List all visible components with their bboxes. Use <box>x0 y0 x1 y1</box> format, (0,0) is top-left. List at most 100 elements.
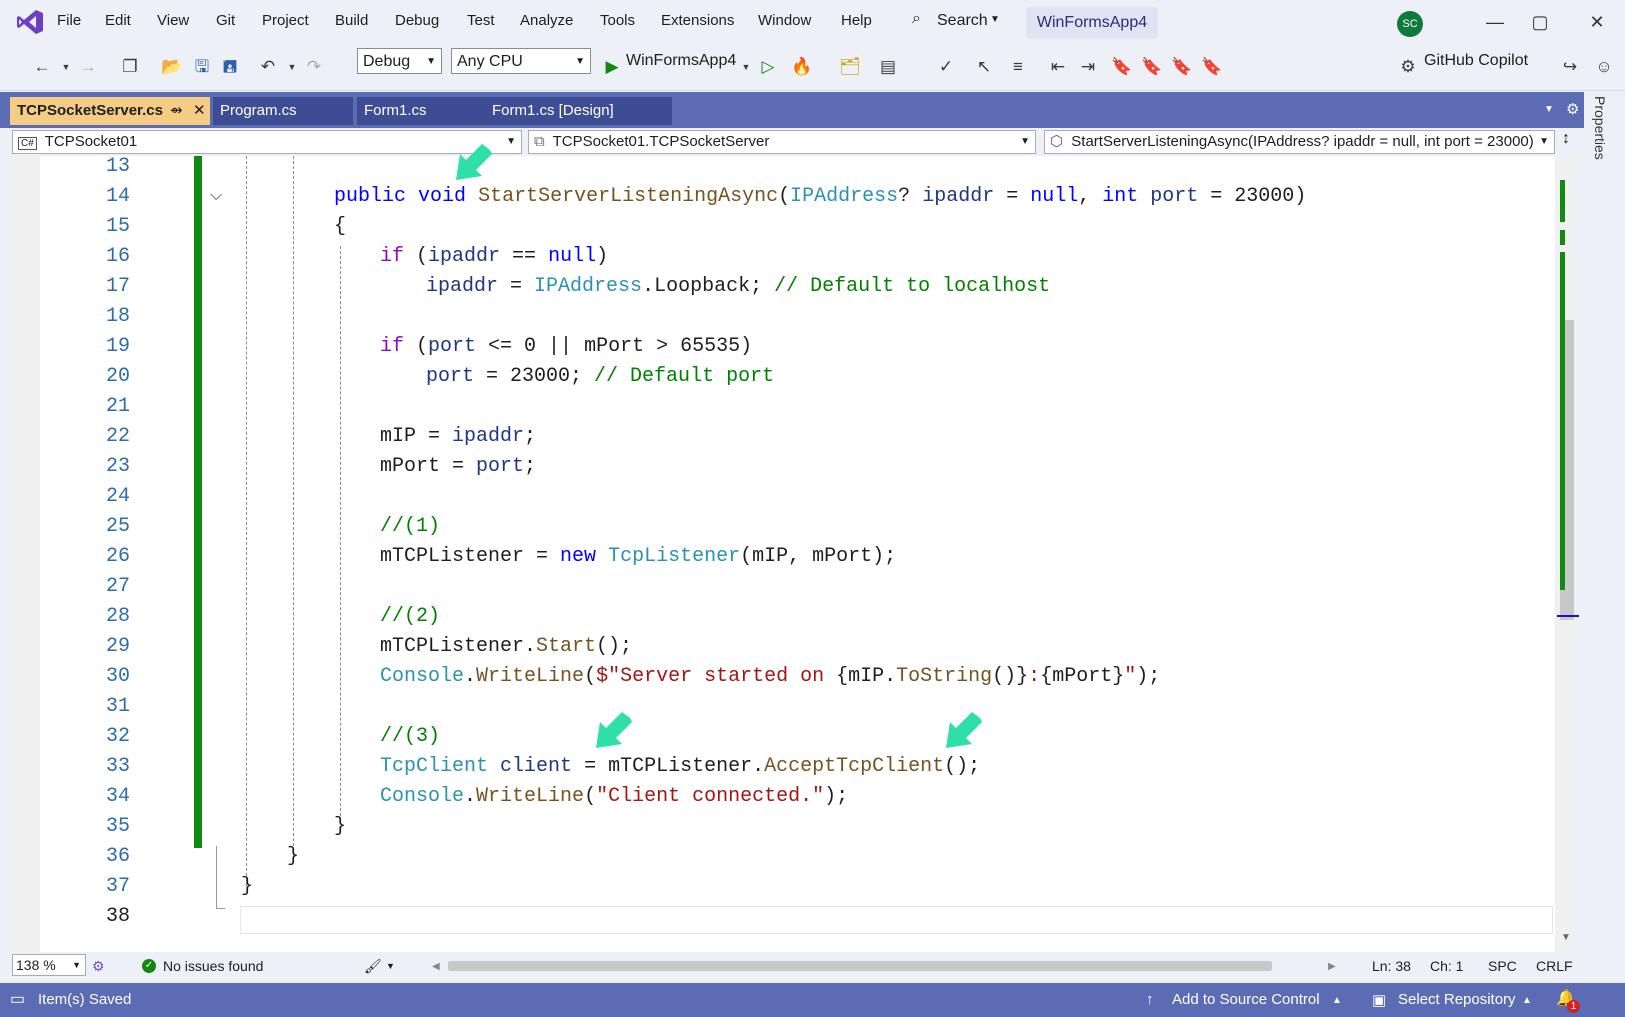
select-pointer-icon[interactable]: ↖ <box>972 56 996 78</box>
configuration-dropdown[interactable]: Debug ▼ <box>357 48 442 74</box>
start-without-debugging-icon[interactable]: ▷ <box>756 56 780 78</box>
code-line-32[interactable]: //(3) <box>380 725 440 748</box>
feedback-icon[interactable]: ☺ <box>1592 56 1616 78</box>
tab-form1-design[interactable]: Form1.cs [Design] <box>485 97 672 125</box>
code-line-26[interactable]: mTCPListener = new TcpListener(mIP, mPor… <box>380 545 896 568</box>
code-line-17[interactable]: ipaddr = IPAddress.Loopback; // Default … <box>426 275 1050 298</box>
menu-project[interactable]: Project <box>262 12 309 29</box>
chevron-down-icon[interactable]: ▼ <box>280 56 304 78</box>
code-line-23[interactable]: mPort = port; <box>380 455 536 478</box>
select-repository-button[interactable]: Select Repository <box>1398 991 1516 1008</box>
platform-dropdown[interactable]: Any CPU ▼ <box>451 48 591 74</box>
tab-program[interactable]: Program.cs <box>213 97 353 125</box>
spacing-indicator[interactable]: SPC <box>1488 958 1517 974</box>
menu-help[interactable]: Help <box>841 12 872 29</box>
outdent-icon[interactable]: ⇤ <box>1046 56 1070 78</box>
chevron-down-icon[interactable]: ▼ <box>54 56 78 78</box>
horizontal-scrollbar-thumb[interactable] <box>448 961 1272 971</box>
code-line-19[interactable]: if (port <= 0 || mPort > 65535) <box>380 335 752 358</box>
line-ending-indicator[interactable]: CRLF <box>1536 958 1573 974</box>
open-folder-icon[interactable]: 📂 <box>160 56 184 78</box>
solution-name-badge[interactable]: WinFormsApp4 <box>1026 7 1158 39</box>
solution-explorer-icon[interactable]: 🗂 <box>838 56 862 78</box>
indent-icon[interactable]: ⇥ <box>1076 56 1100 78</box>
startup-project-button[interactable]: WinFormsApp4 <box>626 52 736 70</box>
menu-build[interactable]: Build <box>335 12 368 29</box>
menu-tools[interactable]: Tools <box>600 12 635 29</box>
properties-tab[interactable]: Properties <box>1592 96 1608 160</box>
save-all-icon[interactable]: 🖪 <box>218 56 242 78</box>
navigate-back-icon[interactable]: ← <box>30 56 54 78</box>
menu-git[interactable]: Git <box>216 12 235 29</box>
split-window-icon[interactable]: ↕ <box>1562 130 1570 148</box>
menu-analyze[interactable]: Analyze <box>520 12 573 29</box>
spell-check-icon[interactable]: ✓ <box>934 56 958 78</box>
menu-edit[interactable]: Edit <box>105 12 131 29</box>
code-line-37[interactable]: } <box>241 875 253 898</box>
scroll-left-icon[interactable]: ◀ <box>432 961 440 972</box>
menu-view[interactable]: View <box>157 12 189 29</box>
code-line-29[interactable]: mTCPListener.Start(); <box>380 635 632 658</box>
menu-extensions[interactable]: Extensions <box>661 12 734 29</box>
search-icon[interactable]: ⌕ <box>912 10 921 28</box>
bookmark-icon[interactable]: 🔖 <box>1110 56 1134 78</box>
code-line-25[interactable]: //(1) <box>380 515 440 538</box>
new-project-icon[interactable]: ❐ <box>118 56 142 78</box>
copilot-status-icon[interactable]: ⚙ <box>92 958 105 975</box>
chevron-up-icon[interactable]: ▲ <box>1332 995 1342 1006</box>
collapse-chevron-icon[interactable]: ⌵ <box>210 187 222 205</box>
add-to-source-control-button[interactable]: Add to Source Control <box>1172 991 1320 1008</box>
code-line-16[interactable]: if (ipaddr == null) <box>380 245 608 268</box>
chevron-down-icon[interactable]: ▼ <box>386 961 395 971</box>
code-line-34[interactable]: Console.WriteLine("Client connected."); <box>380 785 848 808</box>
chevron-down-icon[interactable]: ▼ <box>734 56 758 78</box>
tab-form1[interactable]: Form1.cs <box>357 97 485 125</box>
minimize-icon[interactable]: — <box>1483 10 1507 34</box>
share-icon[interactable]: ↪ <box>1558 56 1582 78</box>
code-line-15[interactable]: { <box>334 215 346 238</box>
code-line-33[interactable]: TcpClient client = mTCPListener.AcceptTc… <box>380 755 980 778</box>
next-bookmark-icon[interactable]: 🔖 <box>1170 56 1194 78</box>
pin-icon[interactable]: ⇴ <box>170 97 183 125</box>
copilot-icon[interactable]: ⚙ <box>1396 56 1420 78</box>
align-icon[interactable]: ≡ <box>1006 56 1030 78</box>
menu-window[interactable]: Window <box>758 12 811 29</box>
save-icon[interactable]: 🖫 <box>190 56 214 78</box>
menu-debug[interactable]: Debug <box>395 12 439 29</box>
class-dropdown[interactable]: ⧉ TCPSocket01.TCPSocketServer ▼ <box>528 130 1036 154</box>
navigate-forward-icon[interactable]: → <box>76 56 100 78</box>
line-indicator[interactable]: Ln: 38 <box>1372 958 1411 974</box>
clear-bookmarks-icon[interactable]: 🔖 <box>1200 56 1224 78</box>
chevron-down-icon[interactable]: ▼ <box>990 14 1000 25</box>
close-tab-icon[interactable]: ✕ <box>193 97 206 125</box>
code-line-30[interactable]: Console.WriteLine($"Server started on {m… <box>380 665 1160 688</box>
issues-status[interactable]: No issues found <box>163 958 263 974</box>
undo-icon[interactable]: ↶ <box>256 56 280 78</box>
tab-overflow-icon[interactable]: ▼ <box>1544 104 1554 115</box>
member-dropdown[interactable]: ⬡ StartServerListeningAsync(IPAddress? i… <box>1044 130 1555 154</box>
menu-test[interactable]: Test <box>467 12 495 29</box>
hot-reload-icon[interactable]: 🔥 <box>790 56 814 78</box>
zoom-dropdown[interactable]: 138 % ▼ <box>12 954 86 976</box>
github-copilot-button[interactable]: GitHub Copilot <box>1424 52 1528 70</box>
gear-icon[interactable]: ⚙ <box>1566 100 1579 118</box>
tab-tcpsocketserver[interactable]: TCPSocketServer.cs ⇴ ✕ <box>10 97 210 125</box>
scroll-right-icon[interactable]: ▶ <box>1328 961 1336 972</box>
char-indicator[interactable]: Ch: 1 <box>1430 958 1463 974</box>
code-line-20[interactable]: port = 23000; // Default port <box>426 365 774 388</box>
chevron-up-icon[interactable]: ▲ <box>1522 995 1532 1006</box>
code-line-36[interactable]: } <box>287 845 299 868</box>
avatar[interactable]: SC <box>1397 11 1423 37</box>
scroll-down-icon[interactable]: ▼ <box>1561 932 1571 943</box>
code-cleanup-icon[interactable]: 🖌 <box>364 958 382 975</box>
code-line-14[interactable]: public void StartServerListeningAsync(IP… <box>334 185 1306 208</box>
window-layout-icon[interactable]: ▤ <box>876 56 900 78</box>
menu-file[interactable]: File <box>57 12 81 29</box>
maximize-icon[interactable]: ▢ <box>1528 10 1552 34</box>
start-debugging-icon[interactable]: ▶ <box>600 56 624 78</box>
redo-icon[interactable]: ↷ <box>302 56 326 78</box>
previous-bookmark-icon[interactable]: 🔖 <box>1140 56 1164 78</box>
code-line-28[interactable]: //(2) <box>380 605 440 628</box>
search-button[interactable]: Search <box>937 12 988 30</box>
code-line-35[interactable]: } <box>334 815 346 838</box>
